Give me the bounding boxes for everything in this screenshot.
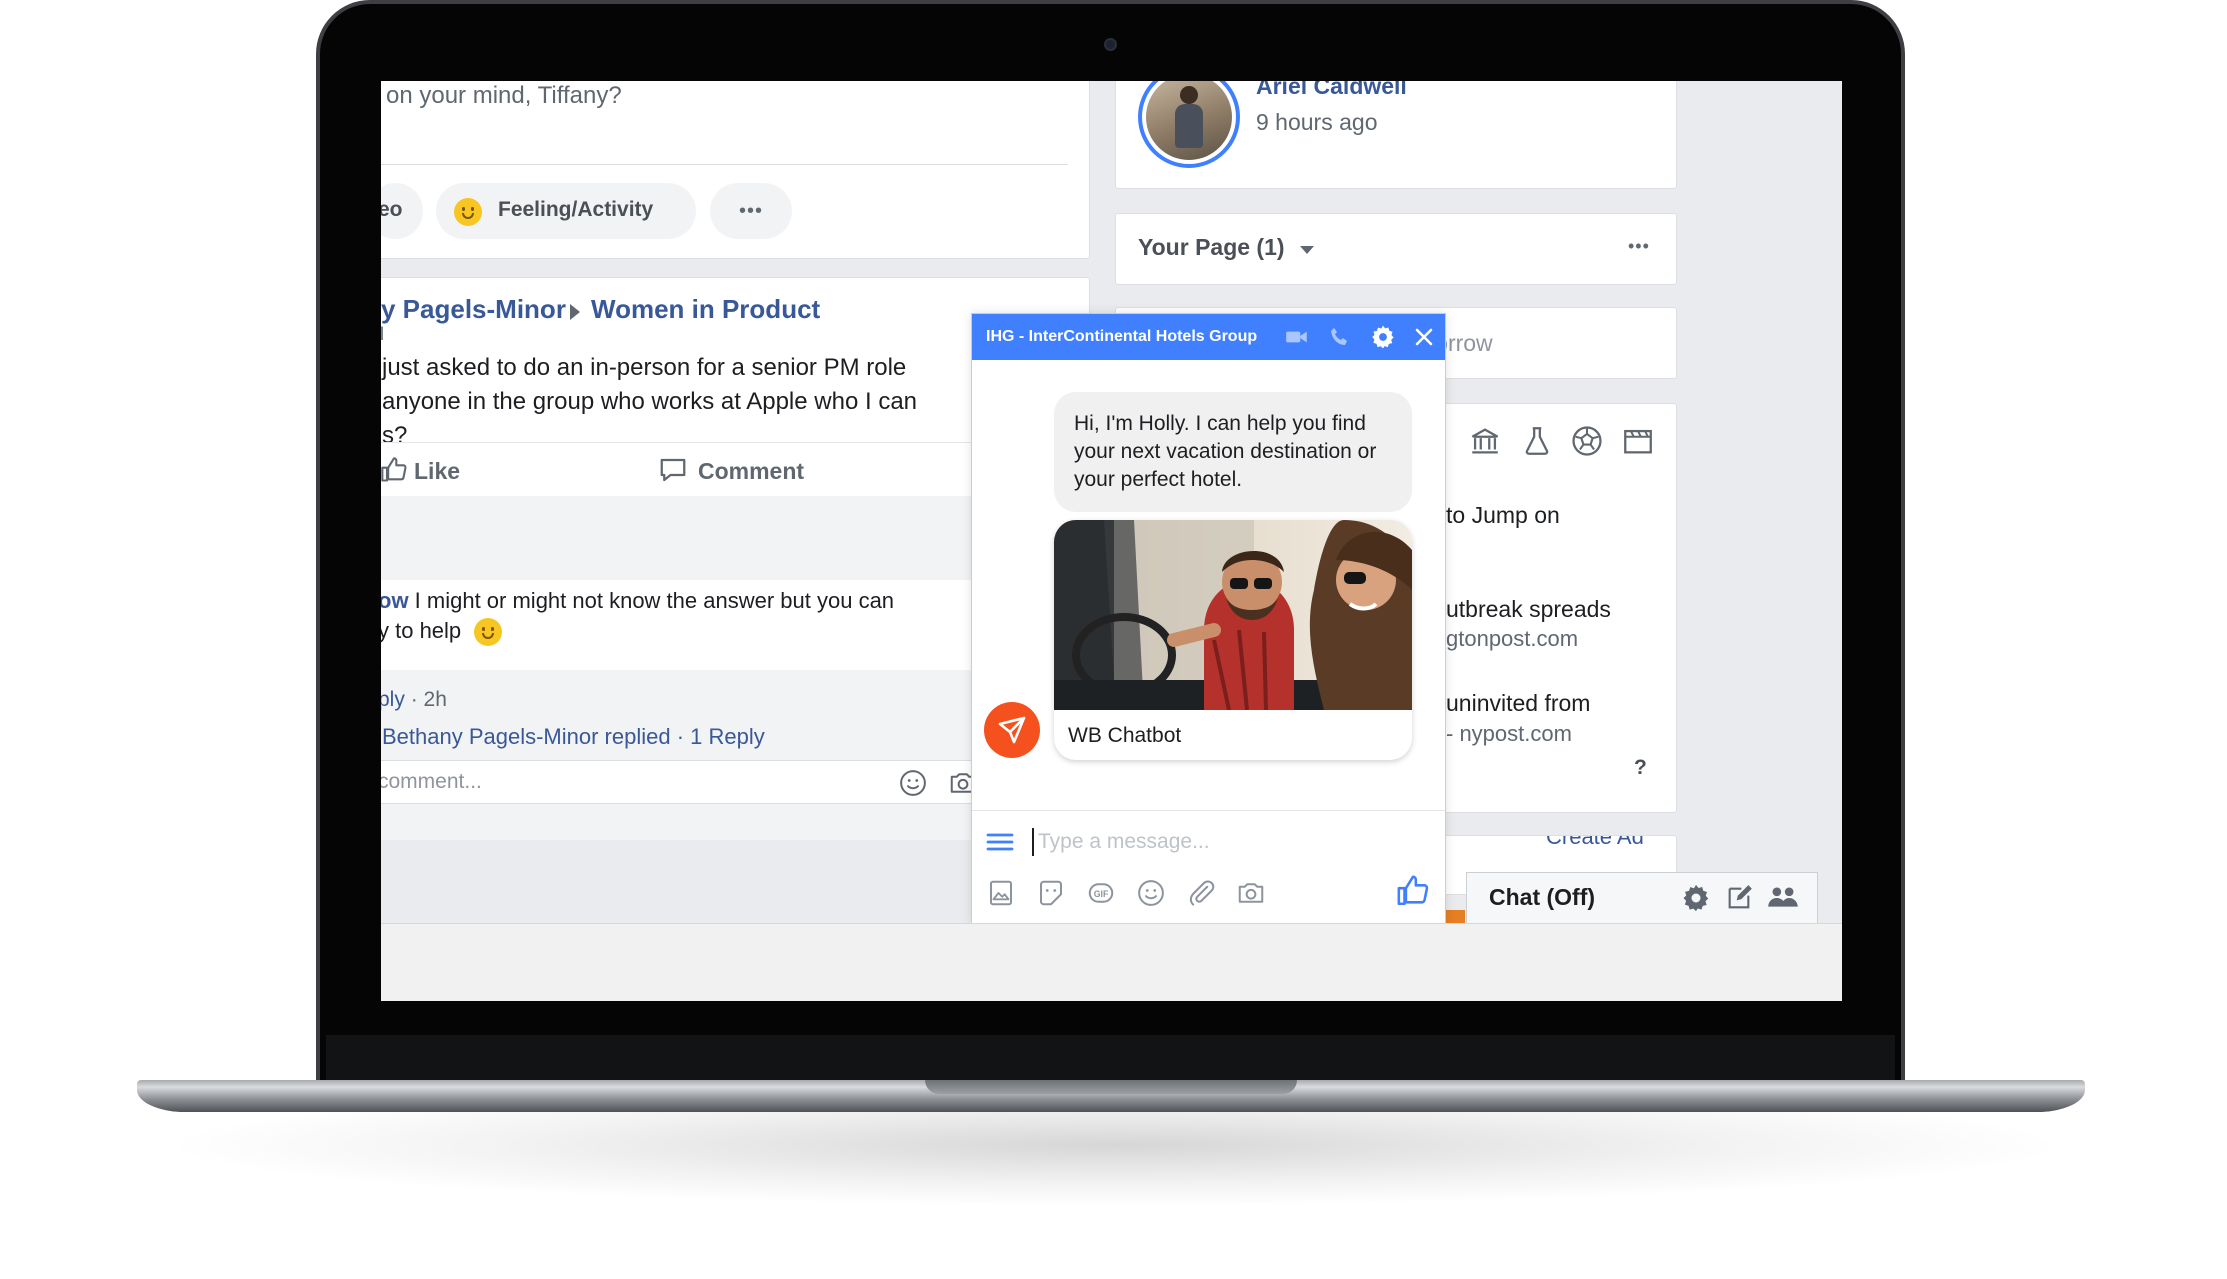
video-call-icon[interactable] [1284,324,1310,350]
smiley-icon [454,198,482,226]
profile-card: Ariel Caldwell 9 hours ago [1115,81,1677,189]
gallery-icon[interactable] [986,878,1016,908]
camera-icon [1104,38,1117,51]
science-icon[interactable] [1520,424,1554,458]
message-input[interactable]: Type a message... [1032,824,1422,860]
chat-dock[interactable]: Chat (Off) [1466,872,1818,923]
bot-avatar [984,702,1040,758]
screen: on your mind, Tiffany? eo Feeling/Activi… [381,81,1842,1001]
post-line-1: just asked to do an in-person for a seni… [382,354,907,381]
comment-text-1: ow I might or might not know the answer … [381,588,894,614]
comment-label: Comment [698,458,805,484]
like-thumb-icon[interactable] [1396,874,1430,908]
group-name-link[interactable]: Women in Product [591,294,820,325]
close-icon[interactable] [1412,325,1436,349]
your-page-more-icon[interactable]: ••• [1628,236,1650,257]
chat-status-label: Chat (Off) [1489,884,1596,910]
attachment-icon[interactable] [1186,878,1216,908]
chat-title: IHG - InterContinental Hotels Group [986,328,1258,345]
screen-bottom-area [381,923,1842,1001]
menu-icon[interactable] [986,830,1014,854]
video-button[interactable]: eo [381,183,423,239]
comment-input-placeholder: comment... [381,770,482,793]
gif-icon[interactable]: GIF [1086,878,1116,908]
smiley-emoji-icon [474,618,502,646]
camera-icon[interactable] [1236,878,1266,908]
trending-item-2-title[interactable]: utbreak spreads [1446,596,1611,623]
emoji-icon[interactable] [898,768,928,798]
thumbs-up-icon [381,457,407,482]
post-line-2: anyone in the group who works at Apple w… [382,388,918,415]
feeling-activity-button[interactable]: Feeling/Activity [436,183,696,239]
more-icon: ••• [738,199,763,222]
help-icon[interactable]: ? [1634,756,1647,780]
profile-avatar[interactable] [1138,81,1240,168]
card-caption: WB Chatbot [1068,724,1182,747]
laptop-bezel-bottom [326,1035,1895,1081]
svg-text:GIF: GIF [1094,889,1109,899]
chat-header[interactable]: IHG - InterContinental Hotels Group [972,314,1445,360]
compose-icon[interactable] [1725,884,1753,912]
comment-actions: ply · 2h [381,688,447,712]
your-page-card: Your Page (1) ••• [1115,213,1677,285]
composer-prompt[interactable]: on your mind, Tiffany? [386,82,622,110]
more-options-button[interactable]: ••• [710,183,792,239]
chatbot-card[interactable]: WB Chatbot [1054,520,1412,760]
text-cursor [1032,828,1034,856]
emoji-icon[interactable] [1136,878,1166,908]
dropdown-icon[interactable] [1300,246,1314,254]
laptop-base-notch [925,1080,1297,1094]
settings-gear-icon[interactable] [1681,883,1711,913]
trending-item-1-title[interactable]: to Jump on [1446,502,1560,529]
post-author[interactable]: y Pagels-Minor [381,294,566,325]
comment-button[interactable]: Comment [658,444,858,496]
feeling-activity-label: Feeling/Activity [498,198,654,221]
sticker-icon[interactable] [1036,878,1066,908]
phone-icon[interactable] [1328,325,1352,349]
profile-time: 9 hours ago [1256,109,1378,135]
road-trip-photo [1054,520,1412,710]
post-meta: l [381,324,384,344]
composer-divider [381,164,1068,165]
ad-accent-strip [1443,910,1465,923]
comment-text-2: y to help [381,618,462,643]
sports-icon[interactable] [1570,424,1604,458]
settings-gear-icon[interactable] [1370,324,1396,350]
trending-item-3-source: - nypost.com [1446,721,1572,746]
message-input-placeholder: Type a message... [1038,830,1210,853]
like-button[interactable]: Like [381,444,528,496]
group-people-icon[interactable] [1767,883,1799,913]
reply-link[interactable]: ply [381,688,405,711]
video-label: eo [381,198,403,221]
like-label: Like [414,458,461,484]
comment-icon [660,458,686,482]
trending-item-3-title[interactable]: uninvited from [1446,690,1590,717]
post-composer: on your mind, Tiffany? eo Feeling/Activi… [381,81,1090,259]
politics-icon[interactable] [1468,424,1502,458]
comment-time: · 2h [404,688,447,711]
chat-input-divider [972,810,1445,811]
entertainment-icon[interactable] [1621,424,1655,458]
caret-right-icon [570,304,580,320]
profile-name[interactable]: Ariel Caldwell [1256,81,1407,100]
comment-author[interactable]: ow [381,588,409,613]
trending-item-2-source: gtonpost.com [1446,626,1579,651]
your-page-label[interactable]: Your Page (1) [1138,234,1285,261]
chat-window: IHG - InterContinental Hotels Group Hi, … [971,313,1446,923]
replies-summary[interactable]: Bethany Pagels-Minor replied · 1 Reply [382,724,765,750]
send-arrow-icon [998,716,1026,744]
bot-message-bubble: Hi, I'm Holly. I can help you find your … [1054,392,1412,512]
create-ad-link[interactable]: Create Ad [1546,836,1644,850]
